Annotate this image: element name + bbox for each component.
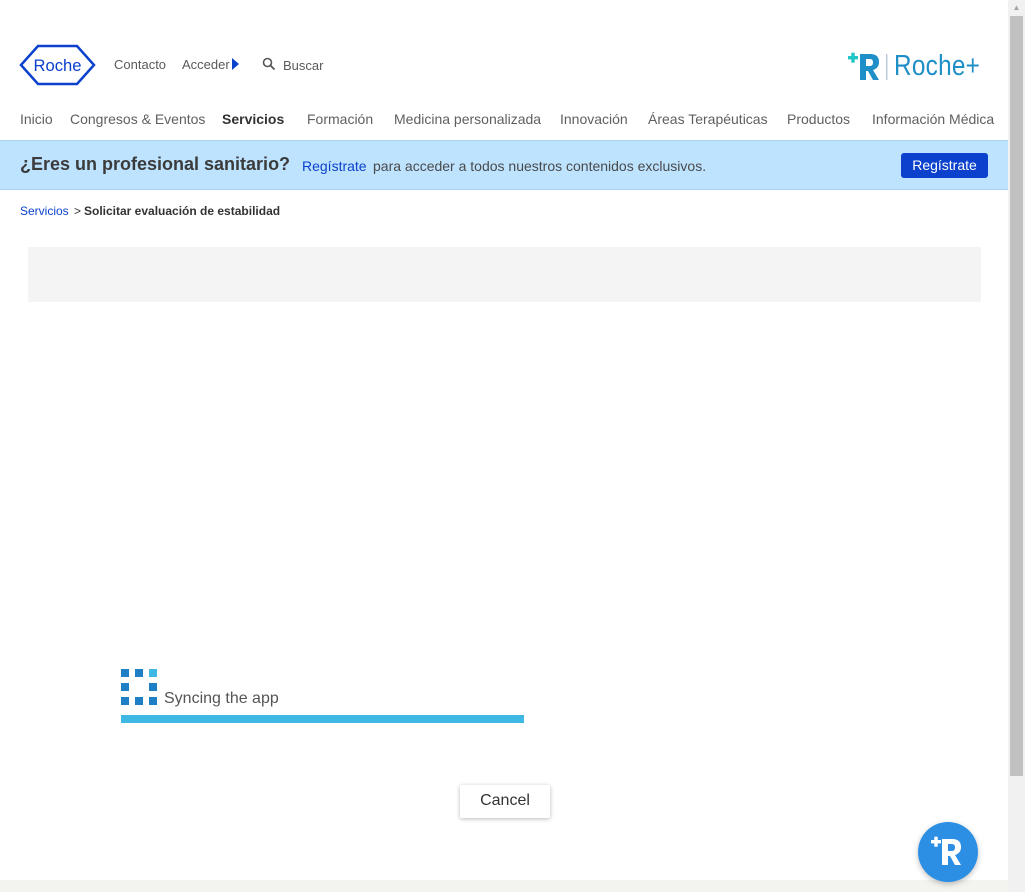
scroll-up-arrow-icon[interactable]: ▲ [1008,2,1025,14]
breadcrumb-separator: > [74,204,82,218]
breadcrumb-current: Solicitar evaluación de estabilidad [84,204,281,218]
page: Roche Contacto Acceder Buscar Roche+ Ini… [0,0,1008,880]
nav-item-formacion[interactable]: Formación [307,111,373,127]
caret-right-icon [232,58,239,70]
sync-spinner-icon [121,669,157,705]
nav-item-inicio[interactable]: Inicio [20,111,53,127]
registration-banner: ¿Eres un profesional sanitario? Regístra… [0,140,1008,190]
nav-item-medicina-personalizada[interactable]: Medicina personalizada [394,111,541,127]
svg-text:Roche: Roche [34,56,82,75]
scrollbar-thumb[interactable] [1010,16,1023,776]
roche-plus-chat-button[interactable] [918,822,978,882]
content-placeholder [28,247,981,302]
contact-link[interactable]: Contacto [114,57,166,72]
nav-item-areas-terapeuticas[interactable]: Áreas Terapéuticas [648,111,768,127]
nav-item-congresos[interactable]: Congresos & Eventos [70,111,205,127]
nav-item-productos[interactable]: Productos [787,111,850,127]
roche-hexagon-icon: Roche [19,44,96,86]
banner-message: para acceder a todos nuestros contenidos… [373,158,707,174]
nav-item-servicios[interactable]: Servicios [222,111,284,127]
roche-plus-text: Roche+ [894,50,981,82]
cancel-button[interactable]: Cancel [460,785,550,818]
nav-item-innovacion[interactable]: Innovación [560,111,628,127]
vertical-scrollbar[interactable]: ▲ [1008,0,1025,892]
login-link[interactable]: Acceder [182,57,230,72]
register-button[interactable]: Regístrate [901,153,988,178]
nav-item-informacion-medica[interactable]: Información Médica [872,111,994,127]
roche-logo[interactable]: Roche [19,44,96,86]
sync-progress-fill [121,715,524,723]
breadcrumb-servicios-link[interactable]: Servicios [20,204,69,218]
sync-progress-bar [121,715,524,723]
search-link[interactable]: Buscar [283,58,323,73]
banner-register-link[interactable]: Regístrate [302,158,367,174]
footer-strip [0,880,1008,892]
sync-status-text: Syncing the app [164,690,279,707]
banner-title: ¿Eres un profesional sanitario? [20,154,291,174]
roche-plus-icon [931,836,961,865]
search-icon[interactable] [262,57,276,71]
